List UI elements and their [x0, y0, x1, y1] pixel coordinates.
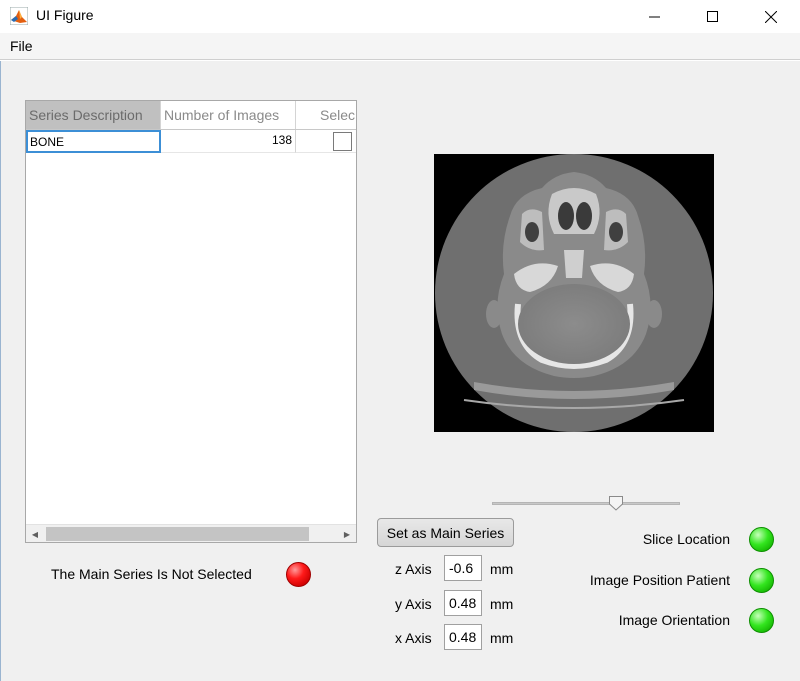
scroll-left-arrow-icon[interactable]: ◀	[26, 525, 44, 542]
image-orientation-lamp	[749, 608, 774, 633]
menu-file[interactable]: File	[10, 38, 33, 54]
main-series-status-lamp	[286, 562, 311, 587]
slice-location-lamp	[749, 527, 774, 552]
close-icon	[765, 10, 777, 23]
z-axis-field[interactable]: -0.6	[444, 555, 482, 581]
z-axis-unit: mm	[490, 561, 514, 577]
ct-image-axes[interactable]	[434, 154, 714, 432]
x-axis-label: x Axis	[395, 630, 432, 646]
table-row[interactable]: BONE 138	[26, 130, 356, 153]
horizontal-scrollbar[interactable]: ◀ ▶	[26, 524, 356, 542]
title-bar: UI Figure	[0, 0, 800, 33]
cell-series-description[interactable]: BONE	[26, 130, 161, 153]
column-header-select[interactable]: Selec	[296, 101, 356, 129]
image-position-patient-lamp	[749, 568, 774, 593]
maximize-button[interactable]	[684, 0, 742, 33]
slice-slider-thumb[interactable]	[609, 496, 623, 511]
y-axis-field[interactable]: 0.48	[444, 590, 482, 616]
matlab-icon	[10, 7, 28, 25]
ct-axial-head-slice-image	[434, 154, 714, 432]
column-header-series-description[interactable]: Series Description	[26, 101, 161, 129]
minimize-button[interactable]	[626, 0, 684, 33]
menu-bar: File	[0, 33, 800, 60]
scroll-right-arrow-icon[interactable]: ▶	[338, 525, 356, 542]
slice-slider-track[interactable]	[492, 502, 680, 505]
image-orientation-label: Image Orientation	[618, 612, 730, 628]
image-position-patient-label: Image Position Patient	[589, 572, 730, 588]
maximize-icon	[707, 10, 718, 22]
window-title: UI Figure	[36, 7, 94, 23]
set-main-series-button[interactable]: Set as Main Series	[377, 518, 514, 547]
slice-location-label: Slice Location	[642, 531, 730, 547]
x-axis-unit: mm	[490, 630, 514, 646]
cell-number-of-images[interactable]: 138	[161, 130, 296, 153]
minimize-icon	[649, 16, 660, 17]
series-table[interactable]: Series Description Number of Images Sele…	[25, 100, 357, 543]
cell-select	[296, 130, 356, 153]
x-axis-field[interactable]: 0.48	[444, 624, 482, 650]
main-series-status-label: The Main Series Is Not Selected	[51, 566, 252, 582]
z-axis-label: z Axis	[395, 561, 432, 577]
select-checkbox[interactable]	[333, 132, 352, 151]
column-header-number-of-images[interactable]: Number of Images	[161, 101, 296, 129]
y-axis-label: y Axis	[395, 596, 432, 612]
table-header: Series Description Number of Images Sele…	[26, 101, 356, 130]
y-axis-unit: mm	[490, 596, 514, 612]
scrollbar-thumb[interactable]	[46, 527, 309, 541]
close-button[interactable]	[742, 0, 800, 33]
